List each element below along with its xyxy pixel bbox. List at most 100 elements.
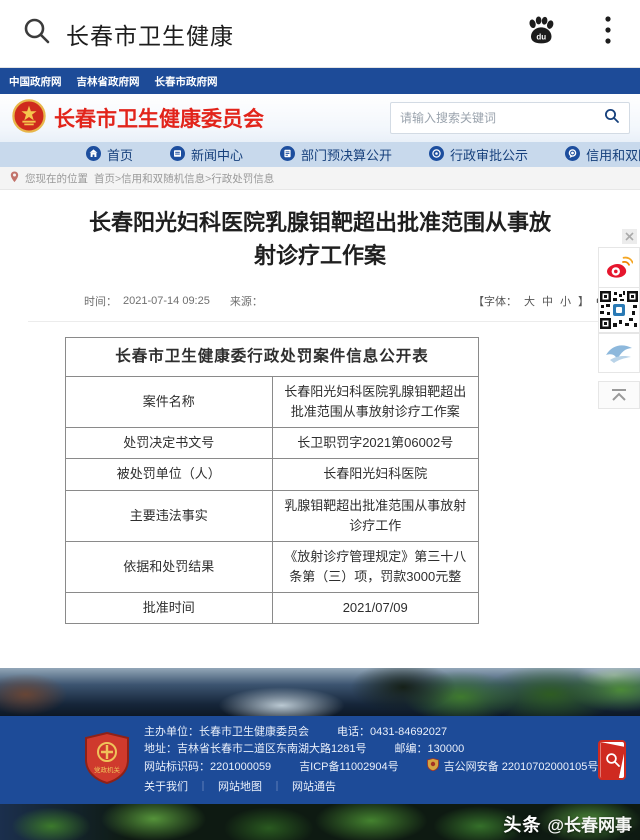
nav-label: 行政审批公示 — [450, 148, 529, 163]
footer-phone: 电话：0431-84692027 — [337, 726, 448, 738]
table-row: 案件名称 长春阳光妇科医院乳腺钼靶超出批准范围从事放射诊疗工作案 — [65, 376, 479, 429]
footer-link-sitemap[interactable]: 网站地图 — [218, 779, 262, 796]
news-icon — [170, 145, 186, 164]
font-size-small-button[interactable]: 小 — [560, 293, 571, 309]
kebab-menu-icon[interactable] — [604, 15, 612, 52]
back-to-top-icon — [612, 389, 626, 401]
error-badge-bottom-label: 找错 — [625, 776, 626, 781]
article-title: 长春阳光妇科医院乳腺钼靶超出批准范围从事放射诊疗工作案 — [88, 210, 551, 268]
watermark-brand: 头条 — [503, 815, 542, 835]
browser-search-input[interactable]: 长春市卫生健康 — [66, 17, 524, 51]
credit-icon — [565, 145, 581, 164]
row-value: 长春阳光妇科医院乳腺钼靶超出批准范围从事放射诊疗工作案 — [271, 376, 479, 429]
qr-code-icon — [599, 290, 639, 330]
row-label: 依据和处罚结果 — [65, 540, 273, 594]
site-search-input[interactable] — [400, 111, 604, 125]
footer-link-notice[interactable]: 网站通告 — [292, 779, 336, 796]
gov-links-bar: 中国政府网 吉林省政府网 长春市政府网 — [0, 68, 640, 94]
nav-label: 部门预决算公开 — [301, 148, 393, 163]
police-badge-icon — [426, 758, 439, 777]
table-row: 处罚决定书文号 长卫职罚字2021第06002号 — [65, 427, 479, 460]
trees-photo-strip: 头条 @长春网事 — [0, 804, 640, 840]
footer-address: 地址：吉林省长春市二道区东南湖大路1281号 — [144, 743, 367, 755]
meta-divider — [28, 321, 612, 322]
article-meta: 时间： 2021-07-14 09:25 来源： 【字体： 大 中 小 】 打印 — [0, 293, 640, 309]
link-jilin-gov[interactable]: 吉林省政府网 — [77, 74, 140, 89]
article-content: 长春阳光妇科医院乳腺钼靶超出批准范围从事放射诊疗工作案 时间： 2021-07-… — [0, 206, 640, 668]
site-header: 长春市卫生健康委员会 — [0, 94, 640, 142]
site-logo-share-button[interactable] — [598, 333, 640, 373]
site-search-box — [390, 102, 630, 134]
toutiao-watermark: 头条 @长春网事 — [503, 811, 632, 837]
footer-links: 关于我们 ｜ 网站地图 ｜ 网站通告 — [144, 779, 598, 796]
weibo-share-button[interactable] — [598, 247, 640, 287]
row-label: 批准时间 — [65, 592, 273, 625]
nav-item-news[interactable]: 新闻中心 — [170, 145, 243, 164]
site-search-icon[interactable] — [604, 108, 620, 129]
row-value: 2021/07/09 — [271, 592, 479, 625]
row-value: 乳腺钼靶超出批准范围从事放射诊疗工作 — [271, 489, 479, 542]
publish-time: 2021-07-14 09:25 — [123, 295, 210, 307]
font-size-medium-button[interactable]: 中 — [542, 293, 553, 309]
row-value: 长春阳光妇科医院 — [271, 458, 479, 491]
national-emblem-icon — [12, 98, 46, 138]
budget-icon — [280, 145, 296, 164]
page: 长春市卫生健康 du 中国政府网 吉林省政府网 长春市政府网 长春市卫生健康委员… — [0, 0, 640, 840]
close-icon[interactable] — [622, 229, 637, 244]
penalty-case-table: 长春市卫生健康委行政处罚案件信息公开表 案件名称 长春阳光妇科医院乳腺钼靶超出批… — [65, 336, 479, 625]
table-row: 被处罚单位（人） 长春阳光妇科医院 — [65, 458, 479, 491]
breadcrumb-path[interactable]: 首页>信用和双随机信息>行政处罚信息 — [94, 171, 274, 186]
table-row: 依据和处罚结果 《放射诊疗管理规定》第三十八条第（三）项，罚款3000元整 — [65, 540, 479, 594]
riverbank-photo-strip — [0, 668, 640, 716]
main-nav: 首页 新闻中心 部门预决算公开 行政审批公示 信用和双随机信息 — [0, 142, 640, 167]
row-value: 长卫职罚字2021第06002号 — [271, 427, 479, 460]
footer-link-about[interactable]: 关于我们 — [144, 779, 188, 796]
footer-police[interactable]: 吉公网安备 22010702000105号 — [444, 759, 599, 776]
location-pin-icon — [10, 171, 19, 186]
watermark-handle: @长春网事 — [547, 816, 632, 835]
nav-item-approval[interactable]: 行政审批公示 — [429, 145, 528, 164]
table-row: 批准时间 2021/07/09 — [65, 592, 479, 625]
link-china-gov[interactable]: 中国政府网 — [9, 74, 62, 89]
svg-text:党政机关: 党政机关 — [94, 765, 121, 774]
table-title-row: 长春市卫生健康委行政处罚案件信息公开表 — [65, 336, 479, 378]
footer-info: 主办单位：长春市卫生健康委员会 电话：0431-84692027 地址：吉林省长… — [144, 724, 598, 796]
nav-label: 新闻中心 — [191, 148, 244, 163]
approval-icon — [429, 145, 445, 164]
time-label: 时间： — [84, 296, 117, 308]
row-label: 案件名称 — [65, 376, 273, 429]
row-label: 主要违法事实 — [65, 489, 273, 542]
svg-text:du: du — [536, 32, 546, 41]
table-row: 主要违法事实 乳腺钼靶超出批准范围从事放射诊疗工作 — [65, 489, 479, 542]
font-size-prefix: 【字体： — [473, 296, 517, 308]
search-icon[interactable] — [22, 16, 52, 51]
breadcrumb: 您现在的位置 首页>信用和双随机信息>行政处罚信息 — [0, 167, 640, 190]
home-icon — [86, 145, 101, 164]
browser-bar: 长春市卫生健康 du — [0, 0, 640, 68]
row-label: 被处罚单位（人） — [65, 458, 273, 491]
qr-code — [598, 287, 640, 333]
footer-site-code: 网站标识码：2201000059 — [144, 761, 272, 773]
font-size-suffix: 】 — [578, 296, 589, 308]
row-label: 处罚决定书文号 — [65, 427, 273, 460]
nav-item-budget[interactable]: 部门预决算公开 — [280, 145, 392, 164]
footer-icp[interactable]: 吉ICP备11002904号 — [299, 759, 398, 776]
site-footer: 党政机关 主办单位：长春市卫生健康委员会 电话：0431-84692027 地址… — [0, 716, 640, 804]
nav-label: 信用和双随机信息 — [586, 148, 640, 163]
nav-item-home[interactable]: 首页 — [86, 145, 133, 164]
row-value: 《放射诊疗管理规定》第三十八条第（三）项，罚款3000元整 — [271, 540, 479, 594]
font-size-large-button[interactable]: 大 — [524, 293, 535, 309]
footer-zip: 邮编：130000 — [394, 743, 465, 755]
back-to-top-button[interactable] — [598, 381, 640, 409]
error-badge-top-label: 政府网站 — [625, 740, 626, 775]
breadcrumb-prefix: 您现在的位置 — [25, 172, 88, 185]
nav-label: 首页 — [107, 148, 134, 163]
gov-site-error-report-badge[interactable]: 政府网站 找错 — [598, 740, 626, 780]
nav-item-credit[interactable]: 信用和双随机信息 — [565, 145, 640, 164]
baidu-paw-icon[interactable]: du — [524, 15, 558, 52]
gov-shield-badge: 党政机关 — [84, 731, 130, 789]
site-title: 长春市卫生健康委员会 — [54, 108, 264, 131]
error-badge-magnifier-icon — [600, 742, 625, 778]
link-changchun-gov[interactable]: 长春市政府网 — [155, 74, 218, 89]
footer-sponsor: 主办单位：长春市卫生健康委员会 — [144, 726, 309, 738]
